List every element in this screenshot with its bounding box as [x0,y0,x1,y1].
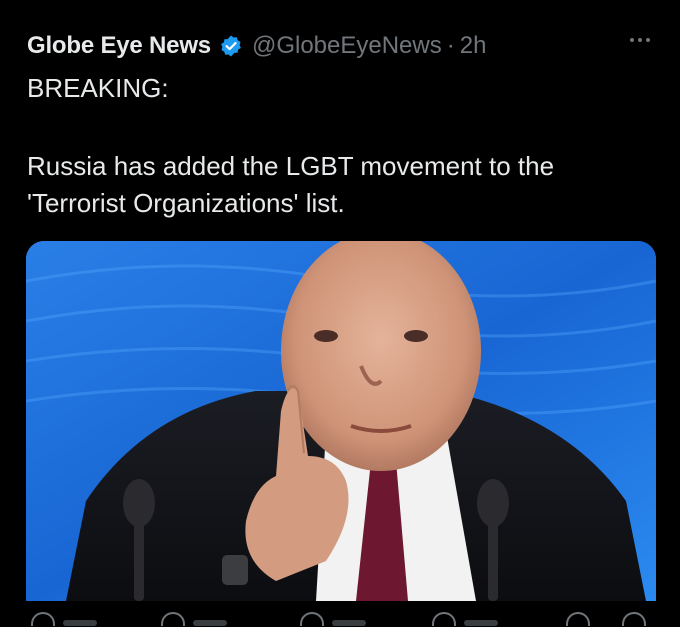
views-button[interactable] [432,612,498,626]
like-icon [300,612,324,626]
bookmark-icon [566,612,590,626]
verified-badge-icon [219,34,243,58]
more-options-icon[interactable] [630,38,650,42]
like-button[interactable] [300,612,366,626]
views-count [464,620,498,626]
like-count [332,620,366,626]
retweet-count [193,620,227,626]
tweet-card[interactable]: Globe Eye News @GlobeEyeNews · 2h BREAKI… [0,0,680,627]
views-icon [432,612,456,626]
tweet-action-bar [0,606,680,627]
share-button[interactable] [622,612,646,626]
bookmark-button[interactable] [566,612,590,626]
tweet-text-line-1: BREAKING: [27,73,169,103]
tweet-header: Globe Eye News @GlobeEyeNews · 2h [27,32,486,60]
tweet-text-line-3: 'Terrorist Organizations' list. [27,188,345,218]
author-handle[interactable]: @GlobeEyeNews [252,32,442,60]
share-icon [622,612,646,626]
tweet-timestamp[interactable]: 2h [460,32,487,60]
reply-button[interactable] [31,612,97,626]
separator-dot: · [446,32,455,59]
retweet-button[interactable] [161,612,227,626]
reply-icon [31,612,55,626]
reply-count [63,620,97,626]
author-name[interactable]: Globe Eye News [27,32,211,60]
tweet-photo[interactable] [26,241,656,601]
retweet-icon [161,612,185,626]
tweet-text-line-2: Russia has added the LGBT movement to th… [27,151,555,181]
